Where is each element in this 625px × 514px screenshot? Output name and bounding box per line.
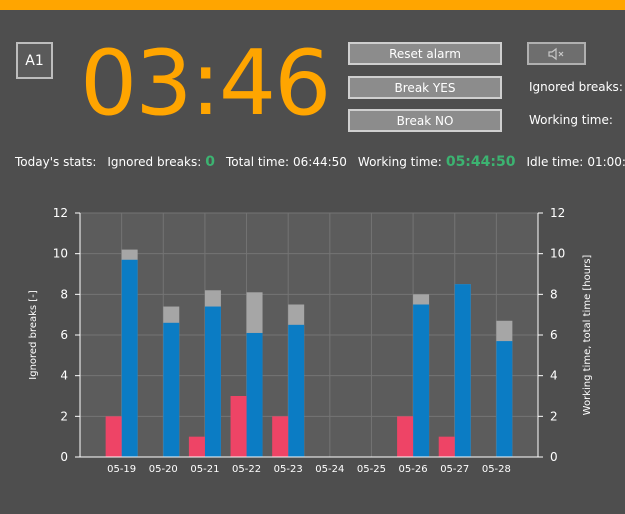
bar-ignored-breaks [397, 416, 414, 457]
stats-idle-time-value: 01:00:00 [587, 155, 625, 169]
bar-ignored-breaks [438, 436, 455, 457]
x-tick-label: 05-20 [149, 464, 178, 475]
y-tick-label-left: 12 [53, 206, 68, 220]
reset-alarm-button[interactable]: Reset alarm [348, 42, 502, 65]
bar-working-time [496, 341, 513, 457]
y-tick-label-left: 6 [60, 328, 68, 342]
y-tick-label-left: 10 [53, 247, 68, 261]
y-tick-label-right: 6 [550, 328, 558, 342]
bar-ignored-breaks [188, 436, 205, 457]
x-tick-label: 05-27 [440, 464, 469, 475]
y-tick-label-left: 2 [60, 409, 68, 423]
bar-working-time [413, 304, 430, 457]
mute-button[interactable] [527, 42, 586, 65]
side-working-time-label: Working time: [529, 113, 613, 127]
y-tick-label-right: 4 [550, 369, 558, 383]
bar-working-time [121, 259, 138, 457]
history-chart: 0 0 2 2 4 4 6 6 8 8 10 10 12 12 05-19 05-20 05-21 05-22 05… [28, 206, 593, 475]
bar-working-time [163, 322, 180, 457]
countdown-clock: 03:46 [80, 31, 331, 136]
y-axis-label-right: Working time, total time [hours] [582, 255, 593, 416]
bar-working-time [246, 332, 263, 457]
break-yes-button[interactable]: Break YES [348, 76, 502, 99]
bar-working-time [204, 306, 221, 457]
todays-stats: Today's stats: Ignored breaks: 0 Total t… [15, 154, 625, 170]
x-tick-label: 05-28 [482, 464, 511, 475]
stats-ignored-breaks-label: Ignored breaks: [107, 155, 202, 169]
side-ignored-breaks-label: Ignored breaks: [529, 80, 623, 94]
y-tick-label-left: 4 [60, 369, 68, 383]
top-accent-bar [0, 0, 625, 10]
bar-ignored-breaks [272, 416, 289, 457]
stats-total-time-label: Total time: [226, 155, 289, 169]
a1-button[interactable]: A1 [16, 42, 53, 79]
x-tick-label: 05-26 [399, 464, 428, 475]
y-tick-label-left: 0 [60, 450, 68, 464]
stats-ignored-breaks-value: 0 [205, 154, 215, 170]
bar-working-time [288, 324, 305, 457]
stats-total-time-value: 06:44:50 [293, 155, 347, 169]
x-tick-label: 05-22 [232, 464, 261, 475]
y-tick-label-right: 10 [550, 247, 565, 261]
bar-ignored-breaks [230, 396, 247, 457]
stats-working-time-label: Working time: [357, 155, 442, 169]
stats-title: Today's stats: [15, 155, 97, 169]
y-tick-label-right: 8 [550, 287, 558, 301]
bar-ignored-breaks [105, 416, 122, 457]
stats-idle-time-label: Idle time: [526, 155, 584, 169]
break-no-button[interactable]: Break NO [348, 109, 502, 132]
y-tick-label-right: 2 [550, 409, 558, 423]
bar-working-time [454, 284, 471, 457]
stats-working-time-value: 05:44:50 [445, 154, 516, 170]
speaker-muted-icon [547, 47, 563, 60]
y-tick-label-right: 0 [550, 450, 558, 464]
x-tick-label: 05-24 [315, 464, 344, 475]
x-tick-label: 05-21 [190, 464, 219, 475]
y-axis-label-left: Ignored breaks [-] [28, 290, 39, 380]
y-tick-label-left: 8 [60, 287, 68, 301]
y-tick-label-right: 12 [550, 206, 565, 220]
x-tick-label: 05-19 [107, 464, 136, 475]
x-tick-label: 05-25 [357, 464, 386, 475]
x-tick-label: 05-23 [274, 464, 303, 475]
